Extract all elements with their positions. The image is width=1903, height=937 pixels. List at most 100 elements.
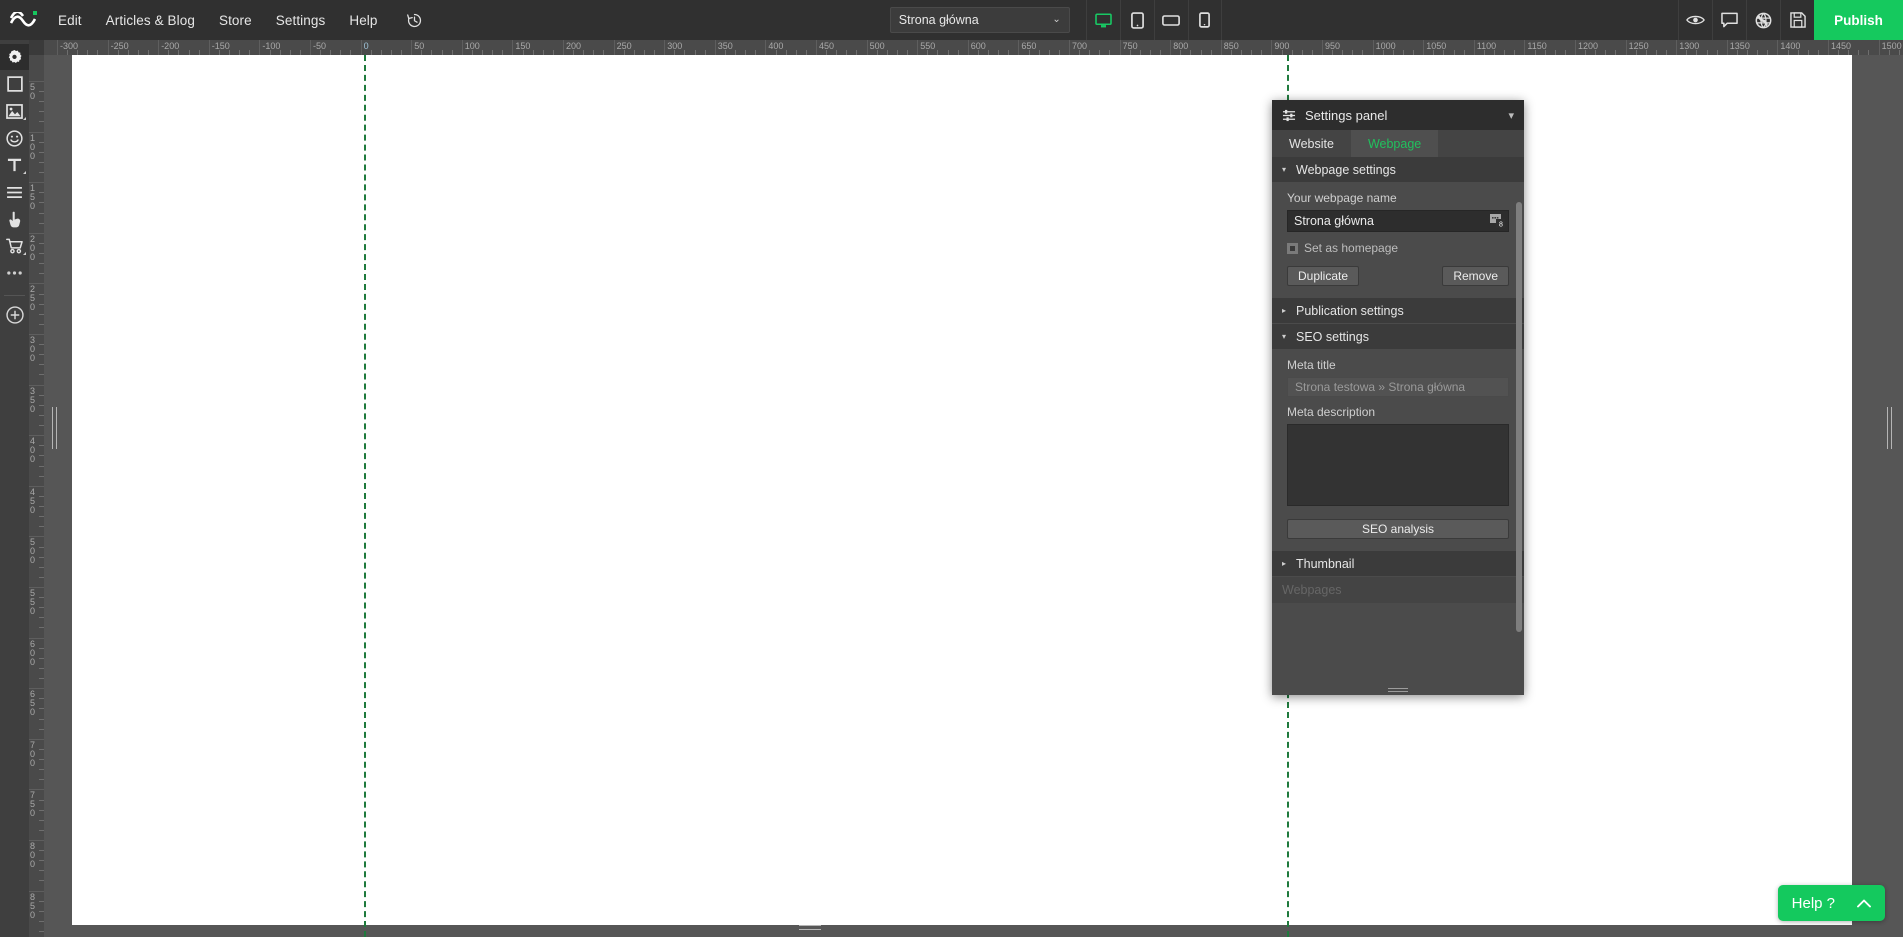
tool-interaction[interactable] [0, 206, 29, 232]
menu-store[interactable]: Store [207, 0, 264, 40]
ruler-minor-tick [219, 50, 220, 55]
ruler-minor-tick [1312, 50, 1313, 55]
horizontal-ruler[interactable]: -300-250-200-150-100-5005010015020025030… [29, 40, 1903, 55]
settings-panel-scrollbar[interactable] [1516, 202, 1522, 632]
canvas-resize-handle-bottom[interactable] [799, 925, 821, 930]
canvas-resize-handle-left[interactable] [52, 407, 57, 449]
guide-left[interactable] [364, 55, 366, 937]
save-button[interactable] [1780, 0, 1814, 40]
publish-button[interactable]: Publish [1814, 0, 1903, 40]
menu-help[interactable]: Help [337, 0, 389, 40]
tool-emoji[interactable] [0, 125, 29, 151]
minimize-icon[interactable]: ▾ [1508, 109, 1514, 122]
checkbox-icon[interactable] [1287, 243, 1298, 254]
sliders-icon [1282, 109, 1296, 122]
ruler-minor-tick [958, 50, 959, 55]
device-tablet-portrait[interactable] [1120, 0, 1154, 40]
tool-more[interactable] [0, 260, 29, 286]
section-webpage-settings[interactable]: ▾ Webpage settings [1272, 157, 1524, 183]
webpage-name-input[interactable] [1287, 210, 1509, 232]
help-widget[interactable]: Help ? [1778, 885, 1885, 921]
ruler-minor-tick [39, 526, 44, 527]
device-tablet-landscape[interactable] [1154, 0, 1188, 40]
tool-store[interactable] [0, 233, 29, 259]
ruler-minor-tick [1008, 50, 1009, 55]
set-as-homepage-row[interactable]: Set as homepage [1287, 241, 1509, 255]
ruler-minor-tick [644, 50, 645, 55]
ruler-minor-tick [229, 50, 230, 55]
ruler-minor-tick [39, 516, 44, 517]
ruler-label: 300 [664, 41, 682, 51]
ruler-minor-tick [927, 50, 928, 55]
tool-image[interactable] [0, 98, 29, 124]
ruler-label: 1150 [1524, 41, 1546, 51]
ruler-minor-tick [97, 50, 98, 55]
comments-button[interactable] [1712, 0, 1746, 40]
settings-panel-header[interactable]: Settings panel ▾ [1272, 100, 1524, 130]
section-publication-settings[interactable]: ▸ Publication settings [1272, 298, 1524, 324]
language-button[interactable] [1746, 0, 1780, 40]
tool-settings[interactable] [0, 44, 29, 70]
ruler-minor-tick [39, 830, 44, 831]
settings-panel[interactable]: Settings panel ▾ Website Webpage ▾ Webpa… [1272, 100, 1524, 695]
preview-button[interactable] [1678, 0, 1712, 40]
language-flag-icon[interactable]: 8 [1490, 213, 1506, 229]
vertical-ruler[interactable]: 5010015020025030035040045050055060065070… [29, 55, 44, 937]
app-logo[interactable] [0, 0, 46, 40]
settings-panel-resize-handle[interactable] [1272, 685, 1524, 695]
ruler-minor-tick [1868, 50, 1869, 55]
ruler-minor-tick [300, 50, 301, 55]
chevron-up-icon[interactable] [1857, 899, 1871, 908]
device-mobile[interactable] [1188, 0, 1222, 40]
chevron-right-icon: ▸ [1282, 559, 1289, 568]
ruler-label: 200 [563, 41, 581, 51]
ruler-minor-tick [39, 547, 44, 548]
canvas-resize-handle-right[interactable] [1887, 407, 1892, 449]
ruler-minor-tick [39, 172, 44, 173]
tab-webpage[interactable]: Webpage [1351, 130, 1438, 157]
tool-add[interactable] [0, 302, 29, 328]
settings-panel-title: Settings panel [1305, 108, 1387, 123]
ruler-minor-tick [887, 50, 888, 55]
tool-text[interactable] [0, 152, 29, 178]
duplicate-button[interactable]: Duplicate [1287, 266, 1359, 286]
meta-description-textarea[interactable] [1287, 424, 1509, 506]
ruler-minor-tick [1089, 50, 1090, 55]
canvas-area[interactable] [44, 55, 1903, 937]
section-webpages[interactable]: Webpages [1272, 577, 1524, 603]
chevron-down-icon: ▾ [1282, 332, 1289, 341]
ruler-minor-tick [1201, 50, 1202, 55]
page-canvas[interactable] [72, 55, 1852, 925]
ruler-minor-tick [39, 395, 44, 396]
menu-settings[interactable]: Settings [264, 0, 338, 40]
meta-title-input[interactable]: Strona testowa » Strona główna [1287, 377, 1509, 397]
seo-settings-body: Meta title Strona testowa » Strona główn… [1272, 350, 1524, 551]
menu-edit[interactable]: Edit [46, 0, 94, 40]
ruler-minor-tick [1251, 50, 1252, 55]
section-seo-settings[interactable]: ▾ SEO settings [1272, 324, 1524, 350]
menu-articles-blog[interactable]: Articles & Blog [94, 0, 207, 40]
ruler-minor-tick [401, 50, 402, 55]
ruler-label: 150 [30, 184, 39, 211]
ruler-minor-tick [1666, 50, 1667, 55]
tool-shape[interactable] [0, 71, 29, 97]
tool-expand-corner [23, 117, 26, 120]
seo-analysis-button[interactable]: SEO analysis [1287, 519, 1509, 539]
ruler-minor-tick [118, 50, 119, 55]
ruler-minor-tick [988, 50, 989, 55]
ruler-minor-tick [776, 50, 777, 55]
tool-list[interactable] [0, 179, 29, 205]
ruler-minor-tick [1585, 50, 1586, 55]
ruler-minor-tick [39, 870, 44, 871]
remove-button[interactable]: Remove [1442, 266, 1509, 286]
history-icon[interactable] [396, 0, 434, 40]
tool-expand-corner [23, 252, 26, 255]
section-thumbnail[interactable]: ▸ Thumbnail [1272, 551, 1524, 577]
device-desktop[interactable] [1086, 0, 1120, 40]
ruler-minor-tick [1180, 50, 1181, 55]
page-selector[interactable]: Strona główna ⌄ [890, 7, 1070, 33]
ruler-minor-tick [1130, 50, 1131, 55]
ruler-minor-tick [39, 273, 44, 274]
tab-website[interactable]: Website [1272, 130, 1351, 157]
ruler-minor-tick [39, 617, 44, 618]
